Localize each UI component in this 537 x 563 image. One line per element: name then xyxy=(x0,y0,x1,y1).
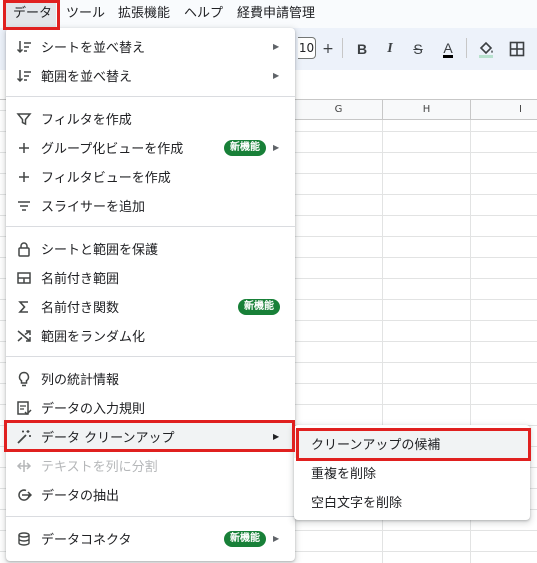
menu-item-label: データコネクタ xyxy=(41,533,132,548)
slicer-icon xyxy=(16,198,32,214)
paint-bucket-icon xyxy=(479,41,493,58)
toolbar-divider xyxy=(342,38,343,58)
filter-icon xyxy=(16,111,32,127)
menu-help[interactable]: ヘルプ xyxy=(184,0,223,28)
menu-divider xyxy=(6,356,295,357)
menu-divider xyxy=(6,226,295,227)
menu-item-data-cleanup[interactable]: データ クリーンアップ ▶ xyxy=(6,422,295,451)
menu-divider xyxy=(6,96,295,97)
menu-item-label: 範囲を並べ替え xyxy=(41,70,133,85)
menu-extensions[interactable]: 拡張機能 xyxy=(118,0,170,28)
menu-item-named-ranges[interactable]: 名前付き範囲 xyxy=(6,263,295,292)
menu-item-data-connectors[interactable]: データコネクタ 新機能 ▶ xyxy=(6,524,295,553)
submenu-arrow-icon: ▶ xyxy=(273,143,280,152)
sheets-window: データ ツール 拡張機能 ヘルプ 経費申請管理 10 + B I S A G H… xyxy=(0,0,537,563)
menu-item-label: データの抽出 xyxy=(41,489,120,504)
menu-item-label: フィルタビューを作成 xyxy=(41,171,171,186)
lock-icon xyxy=(16,241,32,257)
data-cleanup-submenu: クリーンアップの候補 重複を削除 空白文字を削除 xyxy=(294,425,530,520)
magic-wand-icon xyxy=(16,429,32,445)
menu-item-label: 名前付き関数 xyxy=(41,301,120,316)
column-header-h[interactable]: H xyxy=(383,100,471,120)
submenu-item-cleanup-suggestions[interactable]: クリーンアップの候補 xyxy=(294,429,530,458)
sort-icon xyxy=(16,68,32,84)
borders-button[interactable] xyxy=(506,28,528,70)
menu-item-create-filter-view[interactable]: フィルタビューを作成 xyxy=(6,162,295,191)
menu-bar: データ ツール 拡張機能 ヘルプ 経費申請管理 xyxy=(0,0,537,28)
shuffle-icon xyxy=(16,328,32,344)
menu-item-label: スライサーを追加 xyxy=(41,200,146,215)
submenu-arrow-icon: ▶ xyxy=(273,42,280,51)
named-range-icon xyxy=(16,270,32,286)
submenu-arrow-icon: ▶ xyxy=(273,432,280,441)
menu-item-label: データ クリーンアップ xyxy=(41,431,175,446)
submenu-item-trim-whitespace[interactable]: 空白文字を削除 xyxy=(294,487,530,516)
toolbar-divider xyxy=(466,38,467,58)
data-menu: シートを並べ替え ▶ 範囲を並べ替え ▶ フィルタを作成 グループ化ビューを作成… xyxy=(6,28,295,561)
italic-button[interactable]: I xyxy=(380,28,400,70)
submenu-item-label: クリーンアップの候補 xyxy=(311,438,441,453)
strikethrough-button[interactable]: S xyxy=(408,28,428,70)
menu-item-label: 列の統計情報 xyxy=(41,373,120,388)
split-icon xyxy=(16,458,32,474)
sigma-icon xyxy=(16,299,32,315)
menu-item-label: テキストを列に分割 xyxy=(41,460,158,475)
bold-button[interactable]: B xyxy=(352,28,372,70)
column-header-g[interactable]: G xyxy=(295,100,383,120)
database-icon xyxy=(16,531,32,547)
menu-item-label: シートと範囲を保護 xyxy=(41,243,159,258)
menu-item-label: 範囲をランダム化 xyxy=(41,330,146,345)
menu-item-split-text[interactable]: テキストを列に分割 xyxy=(6,451,295,480)
submenu-arrow-icon: ▶ xyxy=(273,534,280,543)
plus-icon xyxy=(16,169,32,185)
menu-item-create-filter[interactable]: フィルタを作成 xyxy=(6,104,295,133)
menu-tools[interactable]: ツール xyxy=(66,0,105,28)
menu-item-label: グループ化ビューを作成 xyxy=(41,142,184,157)
menu-item-named-functions[interactable]: 名前付き関数 新機能 xyxy=(6,292,295,321)
menu-item-sort-range[interactable]: 範囲を並べ替え ▶ xyxy=(6,61,295,90)
menu-item-label: 名前付き範囲 xyxy=(41,272,120,287)
new-feature-badge: 新機能 xyxy=(224,530,266,547)
new-feature-badge: 新機能 xyxy=(224,139,266,156)
submenu-item-remove-duplicates[interactable]: 重複を削除 xyxy=(294,458,530,487)
menu-divider xyxy=(6,516,295,517)
menu-item-label: フィルタを作成 xyxy=(41,113,132,128)
sort-icon xyxy=(16,39,32,55)
new-feature-badge: 新機能 xyxy=(238,298,280,315)
menu-item-label: データの入力規則 xyxy=(41,402,146,417)
font-size-increase-button[interactable]: + xyxy=(318,28,338,70)
submenu-item-label: 空白文字を削除 xyxy=(311,496,403,511)
text-color-label: A xyxy=(443,39,453,58)
menu-item-create-group-view[interactable]: グループ化ビューを作成 新機能 ▶ xyxy=(6,133,295,162)
fill-color-button[interactable] xyxy=(475,28,497,70)
borders-icon xyxy=(509,41,525,57)
menu-item-randomize-range[interactable]: 範囲をランダム化 xyxy=(6,321,295,350)
lightbulb-icon xyxy=(16,371,32,387)
extract-icon xyxy=(16,487,32,503)
menu-data[interactable]: データ xyxy=(6,0,56,28)
text-color-button[interactable]: A xyxy=(438,28,458,70)
menu-item-protect-sheets[interactable]: シートと範囲を保護 xyxy=(6,234,295,263)
font-size-field[interactable]: 10 xyxy=(298,37,316,59)
column-header-i[interactable]: I xyxy=(471,100,537,120)
menu-item-label: シートを並べ替え xyxy=(41,41,146,56)
submenu-arrow-icon: ▶ xyxy=(273,71,280,80)
submenu-item-label: 重複を削除 xyxy=(311,467,377,482)
plus-icon xyxy=(16,140,32,156)
menu-item-data-validation[interactable]: データの入力規則 xyxy=(6,393,295,422)
menu-item-data-extraction[interactable]: データの抽出 xyxy=(6,480,295,509)
menu-item-column-stats[interactable]: 列の統計情報 xyxy=(6,364,295,393)
validation-icon xyxy=(16,400,32,416)
menu-item-sort-sheet[interactable]: シートを並べ替え ▶ xyxy=(6,32,295,61)
menu-expense-management[interactable]: 経費申請管理 xyxy=(237,0,315,28)
menu-item-add-slicer[interactable]: スライサーを追加 xyxy=(6,191,295,220)
